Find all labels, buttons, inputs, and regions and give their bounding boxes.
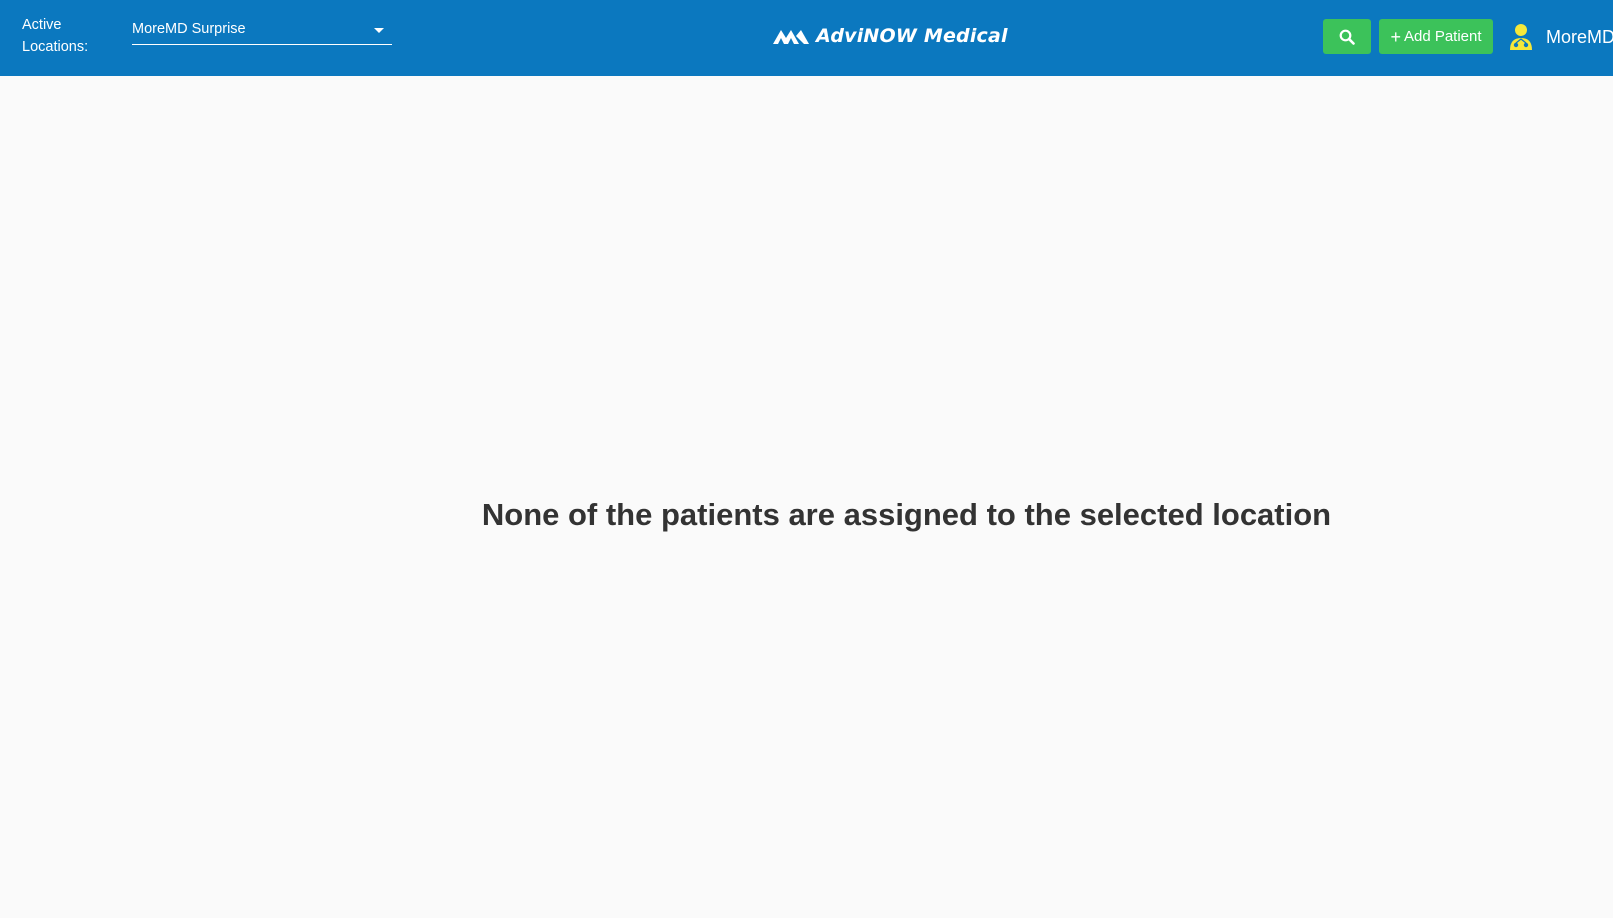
- active-locations-label: Active Locations:: [22, 17, 89, 55]
- location-select-value: MoreMD Surprise: [132, 21, 246, 37]
- doctor-icon: [1510, 24, 1532, 50]
- add-patient-button[interactable]: + Add Patient: [1379, 19, 1493, 54]
- advinow-logo: AdviNOW Medical: [772, 22, 1008, 50]
- advinow-mark-icon: [773, 30, 809, 44]
- empty-state-message: None of the patients are assigned to the…: [481, 497, 1332, 532]
- plus-icon: +: [1390, 26, 1401, 47]
- logo-text: AdviNOW Medical: [816, 25, 1008, 47]
- add-patient-label: Add Patient: [1403, 28, 1482, 45]
- user-name: MoreMD: [1546, 26, 1613, 47]
- chevron-down-icon: [374, 28, 384, 33]
- top-bar: Active Locations: MoreMD Surprise AdviNO…: [0, 0, 1613, 76]
- search-button[interactable]: [1323, 19, 1371, 54]
- search-icon: [1339, 29, 1355, 45]
- user-menu[interactable]: MoreMD: [1508, 20, 1613, 54]
- location-select[interactable]: MoreMD Surprise: [132, 18, 392, 45]
